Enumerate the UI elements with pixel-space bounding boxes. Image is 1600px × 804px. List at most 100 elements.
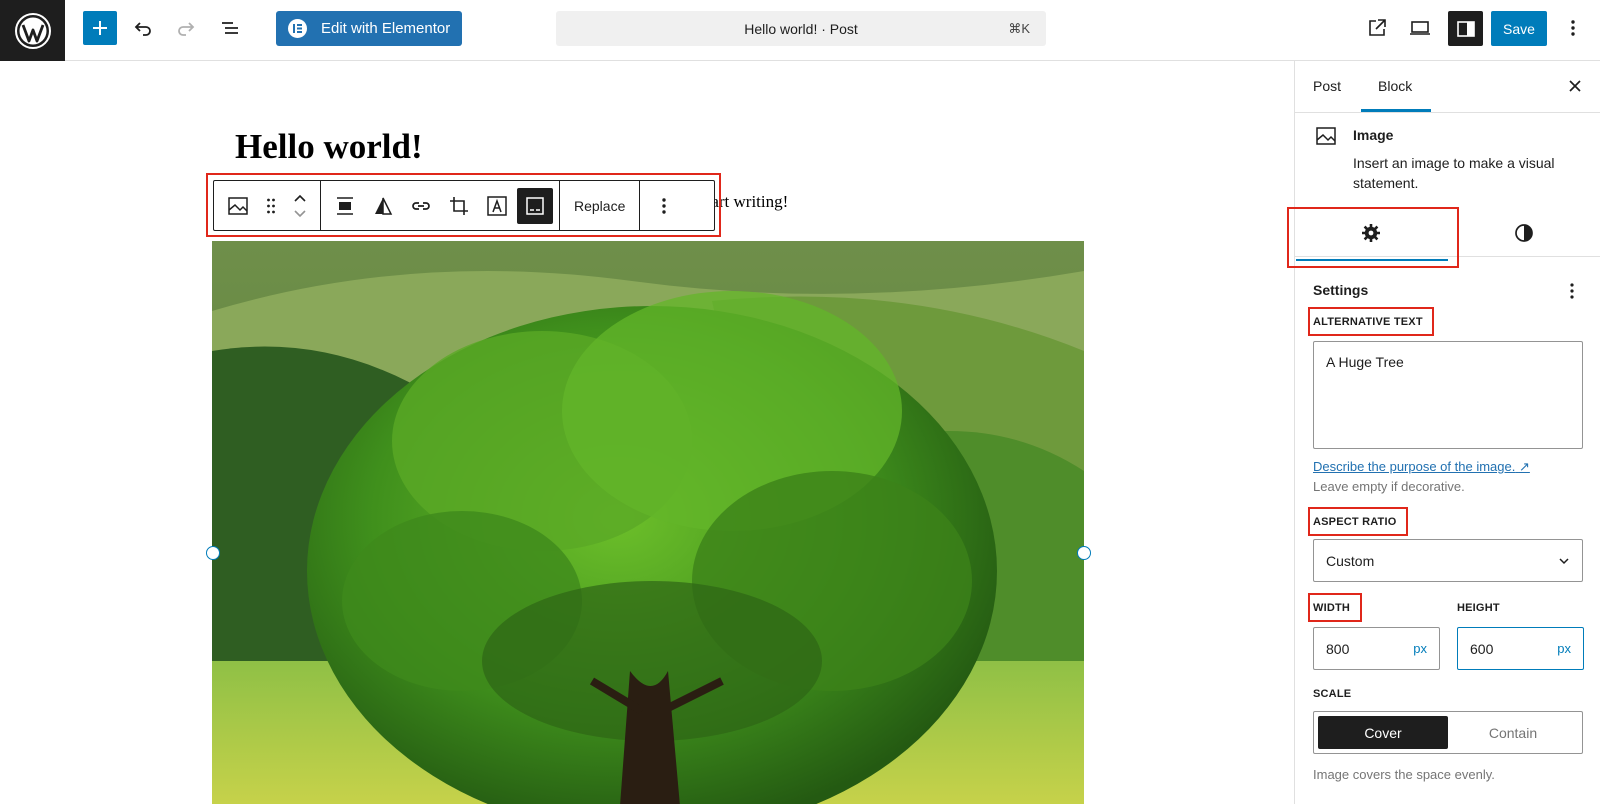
- replace-button[interactable]: Replace: [566, 198, 633, 214]
- redo-icon: [178, 22, 195, 36]
- align-center-icon: [337, 196, 353, 215]
- aspect-ratio-label: ASPECT RATIO: [1313, 516, 1397, 528]
- link-icon: [412, 201, 430, 210]
- text-overlay-icon: [487, 195, 507, 216]
- settings-panel-title: Settings: [1313, 282, 1369, 298]
- sidebar-tabs: Post Block: [1295, 61, 1600, 113]
- redo-button[interactable]: [169, 11, 203, 45]
- scale-toggle-group: Cover Contain: [1313, 711, 1583, 754]
- duotone-icon: [375, 197, 393, 215]
- tree-image: [212, 241, 1084, 804]
- more-vertical-icon: [662, 197, 667, 214]
- alt-text-help: Leave empty if decorative.: [1313, 479, 1465, 494]
- width-input[interactable]: 800 px: [1313, 627, 1440, 670]
- desktop-icon: [1410, 21, 1430, 35]
- height-input[interactable]: 600 px: [1457, 627, 1584, 670]
- height-unit[interactable]: px: [1557, 641, 1571, 656]
- styles-tab-button[interactable]: [1514, 223, 1534, 243]
- alt-text-label: ALTERNATIVE TEXT: [1313, 316, 1423, 328]
- wordpress-icon: [14, 12, 51, 49]
- image-block[interactable]: [212, 241, 1084, 804]
- image-block-toolbar: Replace: [213, 180, 715, 231]
- view-post-button[interactable]: [1360, 11, 1394, 45]
- gear-icon: [1362, 224, 1380, 242]
- image-icon: [228, 196, 248, 215]
- settings-sidebar: Post Block Image Insert an image to make…: [1287, 61, 1600, 804]
- describe-purpose-link[interactable]: Describe the purpose of the image. ↗: [1313, 459, 1530, 475]
- block-options-button[interactable]: [646, 188, 682, 224]
- caption-button[interactable]: [517, 187, 553, 224]
- editor-canvas: Hello world! start writing! Replace: [0, 61, 1294, 804]
- text-over-image-button[interactable]: [479, 188, 515, 224]
- aspect-ratio-value: Custom: [1326, 552, 1375, 569]
- drag-icon: [267, 198, 275, 213]
- command-shortcut: ⌘K: [1008, 21, 1030, 36]
- elementor-icon: [288, 19, 307, 38]
- wordpress-logo-button[interactable]: [0, 0, 65, 61]
- external-link-icon: [1369, 19, 1386, 36]
- sidebar-icon: [1456, 20, 1475, 37]
- settings-options-button[interactable]: [1569, 282, 1575, 300]
- block-inspector-tabs: [1295, 207, 1600, 257]
- more-vertical-icon: [1571, 20, 1575, 36]
- link-button[interactable]: [403, 188, 439, 224]
- resize-handle-left[interactable]: [206, 546, 220, 560]
- undo-icon: [134, 22, 151, 36]
- edit-with-elementor-label: Edit with Elementor: [321, 20, 451, 37]
- chevron-down-icon: [1559, 557, 1569, 564]
- scale-help-text: Image covers the space evenly.: [1313, 767, 1495, 782]
- scale-label: SCALE: [1313, 688, 1352, 700]
- duotone-button[interactable]: [365, 188, 401, 224]
- align-button[interactable]: [327, 188, 363, 224]
- height-label: HEIGHT: [1457, 602, 1500, 614]
- describe-purpose-link-text: Describe the purpose of the image.: [1313, 459, 1516, 474]
- width-label: WIDTH: [1313, 602, 1351, 614]
- aspect-ratio-select[interactable]: Custom: [1313, 539, 1583, 582]
- contrast-icon: [1515, 224, 1533, 242]
- scale-option-cover[interactable]: Cover: [1318, 716, 1448, 749]
- replace-group: Replace: [560, 181, 641, 230]
- undo-button[interactable]: [126, 11, 160, 45]
- image-icon: [1316, 127, 1336, 145]
- external-arrow-icon: ↗: [1518, 459, 1530, 474]
- block-switcher-group: [214, 181, 321, 230]
- width-value: 800: [1326, 640, 1350, 657]
- move-up-down-buttons[interactable]: [286, 188, 314, 224]
- block-card-icon: [1315, 125, 1337, 147]
- height-value: 600: [1470, 640, 1494, 657]
- width-unit[interactable]: px: [1413, 641, 1427, 656]
- block-tools-group: [321, 181, 560, 230]
- save-button[interactable]: Save: [1491, 11, 1547, 46]
- scale-option-contain[interactable]: Contain: [1448, 716, 1578, 749]
- crop-button[interactable]: [441, 188, 477, 224]
- alt-text-field[interactable]: A Huge Tree: [1313, 341, 1583, 449]
- caption-icon: [526, 196, 544, 215]
- more-options-group: [640, 181, 688, 230]
- close-sidebar-button[interactable]: [1567, 78, 1583, 94]
- active-subtab-indicator: [1296, 259, 1448, 261]
- post-title[interactable]: Hello world!: [235, 127, 423, 167]
- tab-block[interactable]: Block: [1378, 78, 1412, 94]
- document-title: Hello world! · Post: [744, 20, 858, 37]
- document-overview-button[interactable]: [213, 11, 247, 45]
- settings-sidebar-toggle[interactable]: [1448, 11, 1483, 46]
- add-block-button[interactable]: [83, 11, 117, 45]
- list-view-icon: [222, 22, 238, 34]
- chevron-up-down-icon: [294, 194, 306, 217]
- crop-icon: [450, 196, 468, 215]
- block-type-button[interactable]: [220, 188, 256, 224]
- close-icon: [1569, 80, 1581, 92]
- tab-post[interactable]: Post: [1313, 78, 1341, 94]
- preview-device-button[interactable]: [1403, 11, 1437, 45]
- plus-icon: [93, 21, 107, 35]
- more-vertical-icon: [1570, 283, 1574, 299]
- editor-header: Edit with Elementor Hello world! · Post …: [0, 0, 1600, 61]
- resize-handle-right[interactable]: [1077, 546, 1091, 560]
- options-menu-button[interactable]: [1558, 11, 1588, 45]
- block-card-description: Insert an image to make a visual stateme…: [1353, 155, 1555, 191]
- active-tab-indicator: [1361, 109, 1431, 112]
- command-palette-bar[interactable]: Hello world! · Post ⌘K: [556, 11, 1046, 46]
- drag-handle[interactable]: [258, 188, 284, 224]
- settings-tab-button[interactable]: [1361, 223, 1381, 243]
- edit-with-elementor-button[interactable]: Edit with Elementor: [276, 11, 462, 46]
